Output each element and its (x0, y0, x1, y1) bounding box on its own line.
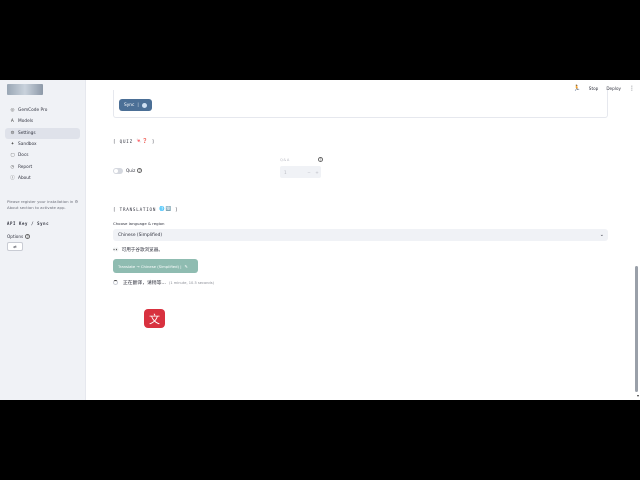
qa-label: Q&A (280, 158, 290, 162)
browser-hint: 👀 可用于谷歌浏览器。 (113, 247, 163, 254)
quiz-toggle[interactable] (113, 168, 123, 174)
sidebar-item-label: Report (18, 164, 33, 170)
quiz-title-end: ] (151, 139, 156, 144)
translation-emoji-icon: 🌐🈳 (159, 207, 172, 212)
deploy-button[interactable]: Deploy (606, 86, 621, 91)
status-text: 正在翻译，请稍等... (123, 281, 166, 286)
pencil-icon: ✎ (184, 263, 188, 269)
sidebar-item-about[interactable]: ⓘ About (5, 173, 80, 184)
ai-icon: Ꭺ (10, 119, 15, 125)
minus-icon[interactable]: − (305, 170, 313, 175)
sync-button[interactable]: Sync | (119, 99, 152, 111)
api-key-sync-heading: API Key / Sync (7, 221, 50, 226)
sidebar-item-report[interactable]: ◷ Report (5, 161, 80, 172)
chevron-down-icon: ⌄ (599, 232, 604, 238)
sidebar-item-sandbox[interactable]: ✦ Sandbox (5, 139, 80, 150)
help-icon[interactable]: ? (25, 234, 31, 239)
sidebar-item-label: Docs (18, 153, 29, 159)
sidebar: ◎ GemCode Pro Ꭺ Models ⚙ Settings ✦ Sand… (0, 80, 86, 400)
qa-value[interactable]: 1 (280, 170, 305, 175)
spinner-icon (113, 280, 118, 285)
language-select-value: Chinese (Simplified) (118, 232, 163, 238)
app-logo (7, 84, 43, 95)
scrollbar[interactable] (635, 266, 638, 392)
sidebar-item-settings[interactable]: ⚙ Settings (5, 127, 80, 139)
main-menu-icon[interactable]: ⋮ (629, 85, 635, 92)
translate-button[interactable]: Translate → Chinese (Simplified) | ✎ (113, 259, 198, 273)
sidebar-item-docs[interactable]: ▢ Docs (5, 150, 80, 161)
translation-section-title: [ TRANSLATION 🌐🈳 ] (113, 207, 178, 212)
sidebar-item-gemcode-pro[interactable]: ◎ GemCode Pro (5, 105, 80, 116)
report-icon: ◷ (10, 164, 15, 170)
translate-language-icon[interactable]: 文 (144, 309, 165, 328)
elapsed-time: (1 minute, 10.5 seconds) (168, 280, 214, 285)
translate-button-label: Translate → Chinese (Simplified) | (118, 263, 182, 269)
options-label-text: Options (7, 234, 24, 239)
docs-icon: ▢ (10, 153, 15, 159)
help-icon[interactable]: ? (137, 168, 143, 174)
sidebar-item-label: About (18, 175, 31, 181)
info-icon: ⓘ (10, 175, 15, 181)
translation-title-text: [ TRANSLATION (113, 207, 157, 212)
gear-icon: ⚙ (10, 130, 15, 136)
sync-button-label: Sync (124, 102, 135, 108)
browser-hint-text: 可用于谷歌浏览器。 (121, 248, 163, 253)
sidebar-item-label: Models (18, 119, 34, 125)
sidebar-item-label: Settings (18, 130, 36, 136)
quiz-toggle-row: Quiz ? (113, 168, 143, 174)
translation-status: 正在翻译，请稍等... (1 minute, 10.5 seconds) (113, 279, 214, 286)
scroll-down-arrow-icon[interactable]: ▾ (637, 393, 639, 398)
sidebar-nav: ◎ GemCode Pro Ꭺ Models ⚙ Settings ✦ Sand… (5, 105, 80, 184)
sidebar-item-label: Sandbox (18, 142, 37, 148)
plus-icon[interactable]: + (313, 170, 321, 175)
quiz-section-title: [ QUIZ 🍬❓ ] (113, 139, 155, 144)
quiz-toggle-label: Quiz (126, 168, 136, 174)
help-icon[interactable]: ? (318, 157, 323, 162)
sidebar-item-models[interactable]: Ꭺ Models (5, 116, 80, 127)
app-viewport: ◎ GemCode Pro Ꭺ Models ⚙ Settings ✦ Sand… (0, 80, 640, 400)
sandbox-icon: ✦ (10, 142, 15, 148)
options-label: Options ? (7, 234, 31, 239)
sidebar-item-label: GemCode Pro (18, 108, 48, 114)
options-button[interactable]: ⇄ (7, 242, 23, 251)
sync-status-icon (141, 102, 147, 108)
sync-card: Sync | (113, 90, 608, 118)
language-select[interactable]: Chinese (Simplified) ⌄ (113, 229, 608, 241)
qa-stepper[interactable]: 1 − + (280, 166, 321, 178)
eye-icon: 👀 (113, 247, 119, 253)
home-icon: ◎ (10, 108, 15, 114)
quiz-title-text: [ QUIZ (113, 139, 133, 144)
quiz-emoji-icon: 🍬❓ (135, 139, 149, 144)
translation-title-end: ] (175, 207, 179, 212)
registration-note: Please register your installation in ⚙ A… (7, 199, 79, 210)
separator: | (137, 102, 139, 108)
language-label: Choose language & region (113, 221, 165, 226)
